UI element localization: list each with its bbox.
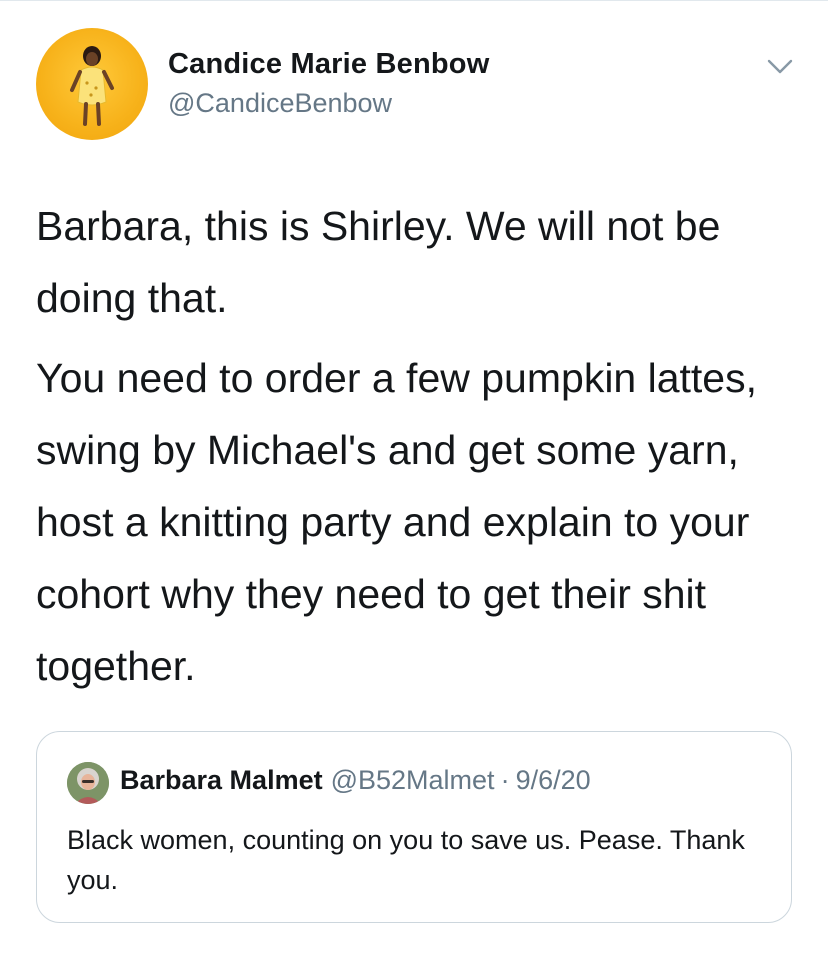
- tweet-text: Barbara, this is Shirley. We will not be…: [36, 190, 806, 702]
- quoted-author-name[interactable]: Barbara Malmet: [120, 765, 323, 795]
- tweet-paragraph: Barbara, this is Shirley. We will not be…: [36, 203, 721, 321]
- author-avatar-image: [70, 46, 114, 126]
- quoted-separator: ·: [500, 765, 510, 795]
- quoted-tweet-date[interactable]: 9/6/20: [516, 765, 591, 795]
- quoted-tweet-header: Barbara Malmet @B52Malmet · 9/6/20: [120, 765, 591, 796]
- quoted-author-avatar: [67, 762, 109, 804]
- quoted-tweet-card[interactable]: Barbara Malmet @B52Malmet · 9/6/20 Black wo…: [36, 731, 792, 923]
- chevron-down-icon[interactable]: [764, 50, 796, 82]
- author-handle[interactable]: @CandiceBenbow: [168, 88, 392, 119]
- tweet-paragraph: You need to order a few pumpkin lattes, …: [36, 355, 758, 689]
- top-divider: [0, 0, 828, 1]
- author-avatar[interactable]: [36, 28, 148, 140]
- quoted-tweet-text: Black women, counting on you to save us.…: [67, 825, 745, 895]
- author-name[interactable]: Candice Marie Benbow: [168, 48, 489, 81]
- quoted-author-handle[interactable]: @B52Malmet: [331, 765, 495, 795]
